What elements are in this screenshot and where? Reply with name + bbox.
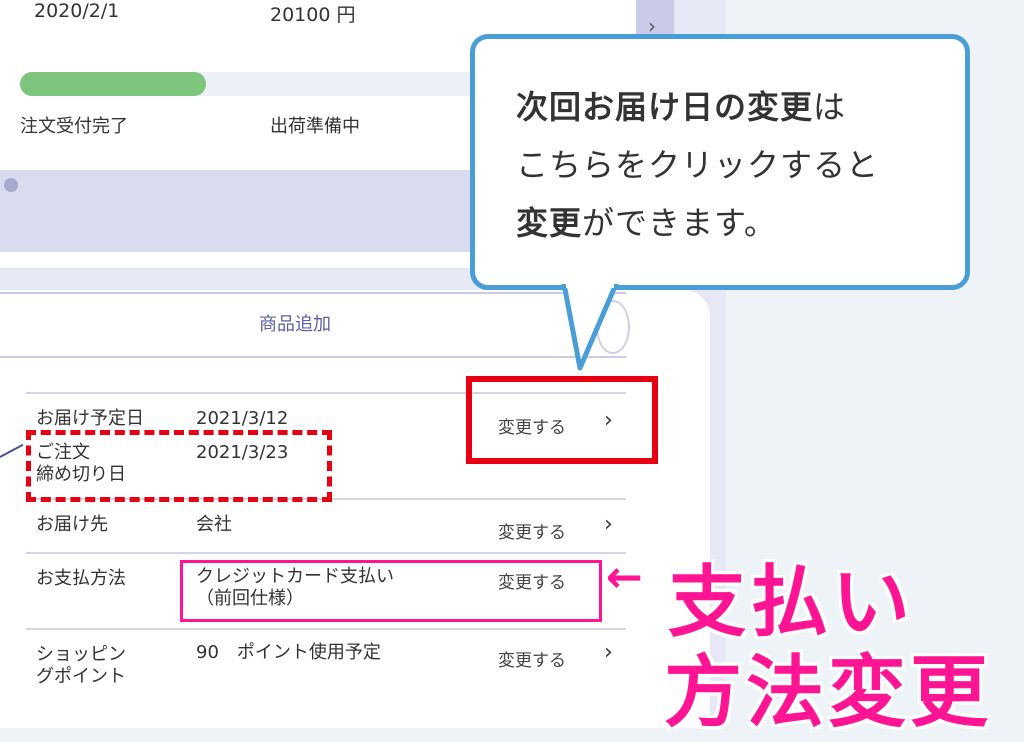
highlight-order-deadline	[26, 430, 332, 502]
callout-line-3-bold: 変更	[516, 204, 583, 242]
add-product-label: 商品追加	[259, 314, 331, 335]
callout-line-1: 次回お届け日の変更は	[516, 78, 879, 136]
callout-line-1-rest: は	[813, 88, 847, 126]
delivery-date-value: 2021/3/12	[196, 408, 289, 429]
delivery-date-label: お届け予定日	[36, 408, 144, 429]
row-divider	[26, 628, 626, 630]
destination-value: 会社	[196, 514, 232, 535]
payment-method-label: お支払方法	[36, 568, 126, 589]
callout-line-2: こちらをクリックすると	[516, 146, 880, 184]
highlight-change-delivery	[466, 376, 658, 464]
shopping-points-value: 90 ポイント使用予定	[196, 642, 381, 663]
callout-line-1-bold: 次回お届け日の変更	[516, 88, 814, 126]
callout-line-3: 変更ができます。	[516, 194, 879, 252]
order-amount: 20100 円	[270, 4, 356, 26]
chevron-right-icon: ›	[604, 512, 613, 537]
order-date: 2020/2/1	[34, 0, 120, 22]
annotation-arrow: ←	[606, 552, 643, 603]
shopping-points-label-line2: グポイント	[36, 666, 126, 687]
highlight-payment-method	[180, 560, 602, 622]
annotation-payment-line2: 方法変更	[664, 648, 993, 738]
row-divider	[26, 552, 626, 554]
shopping-points-label: ショッピン グポイント	[36, 644, 126, 688]
dot-indicator	[4, 178, 18, 192]
callout-line-3-rest: ができます。	[582, 204, 777, 242]
callout-text: 次回お届け日の変更は こちらをクリックすると 変更ができます。	[516, 78, 879, 252]
change-destination-button[interactable]: 変更する	[498, 518, 566, 543]
order-progress-fill	[20, 72, 206, 96]
progress-step-received: 注文受付完了	[20, 116, 128, 137]
shopping-points-label-line1: ショッピン	[36, 644, 126, 665]
chevron-right-icon: ›	[604, 640, 613, 665]
change-points-button[interactable]: 変更する	[498, 646, 566, 671]
progress-step-preparing: 出荷準備中	[270, 116, 360, 137]
destination-label: お届け先	[36, 514, 108, 535]
callout-tail	[561, 284, 619, 371]
